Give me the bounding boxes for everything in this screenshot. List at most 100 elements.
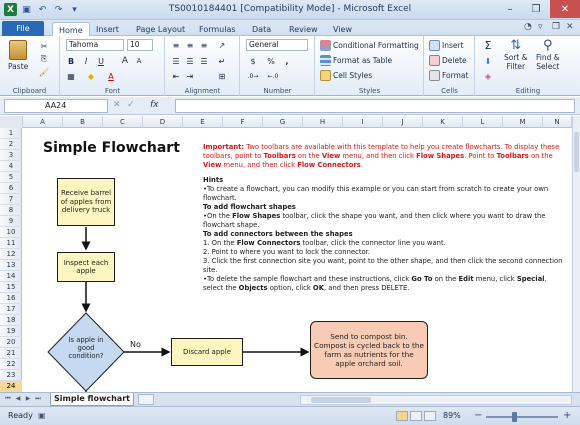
next-sheet-icon[interactable]: ▶ [24,395,32,404]
underline-button[interactable]: U [95,55,107,67]
row-header[interactable]: 17 [0,304,22,315]
column-header[interactable]: F [223,116,263,128]
redo-icon[interactable]: ↷ [52,3,65,16]
italic-button[interactable]: I [80,55,92,67]
row-header[interactable]: 21 [0,348,22,359]
row-header[interactable]: 8 [0,205,22,216]
format-as-table-button[interactable]: Format as Table [320,55,392,66]
minimize-icon[interactable]: – [497,0,523,18]
font-color-icon[interactable]: A [105,70,117,82]
increase-indent-icon[interactable]: ⇥ [184,70,196,82]
first-sheet-icon[interactable]: ⏮ [4,395,12,404]
page-layout-view-icon[interactable] [410,411,422,421]
row-header[interactable]: 7 [0,194,22,205]
column-header[interactable]: G [263,116,303,128]
format-cells-button[interactable]: Format [429,70,468,81]
cell-styles-button[interactable]: Cell Styles [320,70,372,81]
column-header[interactable]: I [343,116,383,128]
workbook-restore-icon[interactable]: ❐ [552,22,560,32]
paste-button[interactable]: Paste [8,40,28,71]
macro-record-icon[interactable]: ▣ [38,411,46,420]
increase-decimal-icon[interactable]: .0→ [247,70,259,82]
format-painter-icon[interactable]: 🖌 [38,66,50,78]
column-header[interactable]: L [463,116,503,128]
vertical-scroll-thumb[interactable] [574,132,579,172]
row-header[interactable]: 15 [0,282,22,293]
tab-page-layout[interactable]: Page Layout [130,22,191,36]
zoom-level[interactable]: 89% [443,411,461,420]
select-all-corner[interactable] [0,116,23,128]
normal-view-icon[interactable] [396,411,408,421]
fill-icon[interactable]: ⬇ [482,55,494,67]
copy-icon[interactable]: ⎘ [38,53,50,65]
clear-icon[interactable]: ◈ [482,70,494,82]
row-header[interactable]: 5 [0,172,22,183]
tab-view[interactable]: View [327,22,358,36]
insert-function-button[interactable]: fx [150,100,159,110]
bold-button[interactable]: B [65,55,77,67]
maximize-icon[interactable]: ❐ [523,0,549,18]
borders-icon[interactable]: ▦ [65,70,77,82]
font-size-select[interactable]: 10 [127,39,153,51]
row-header[interactable]: 13 [0,260,22,271]
row-header[interactable]: 3 [0,150,22,161]
ribbon-minimize-icon[interactable]: ▿ [538,22,543,32]
align-right-icon[interactable]: ☰ [198,55,210,67]
column-header[interactable]: K [423,116,463,128]
grow-font-button[interactable]: A [119,55,131,67]
align-bottom-icon[interactable]: ≡ [198,39,210,51]
row-header[interactable]: 11 [0,238,22,249]
cut-icon[interactable]: ✂ [38,40,50,52]
row-header-selected[interactable]: 24 [0,381,22,392]
find-select-button[interactable]: ⚲ Find & Select [536,38,560,71]
row-header[interactable]: 10 [0,227,22,238]
sheet-tab-simple-flowchart[interactable]: Simple flowchart [50,393,134,406]
page-break-view-icon[interactable] [424,411,436,421]
confirm-entry-icon[interactable]: ✓ [127,100,135,110]
font-name-select[interactable]: Tahoma [66,39,124,51]
shrink-font-button[interactable]: A [133,55,145,67]
decrease-indent-icon[interactable]: ⇤ [170,70,182,82]
workbook-close-icon[interactable]: ✕ [566,22,574,32]
align-center-icon[interactable]: ☰ [184,55,196,67]
tab-file[interactable]: File [2,21,44,36]
row-header[interactable]: 14 [0,271,22,282]
row-header[interactable]: 9 [0,216,22,227]
align-top-icon[interactable]: ≡ [170,39,182,51]
autosum-button[interactable]: Σ [482,39,494,52]
column-header[interactable]: A [23,116,63,128]
row-header[interactable]: 12 [0,249,22,260]
row-header[interactable]: 1 [0,128,22,139]
horizontal-scroll-thumb[interactable] [311,397,371,403]
merge-center-icon[interactable]: ⊞ [216,70,228,82]
last-sheet-icon[interactable]: ⏭ [34,395,42,404]
zoom-slider[interactable] [486,416,558,418]
excel-logo-icon[interactable]: X [4,3,17,16]
wrap-text-icon[interactable]: ↵ [216,55,228,67]
column-header[interactable]: E [183,116,223,128]
number-format-select[interactable]: General [246,39,308,51]
align-left-icon[interactable]: ☰ [170,55,182,67]
orientation-icon[interactable]: ↗ [216,39,228,51]
column-header[interactable]: J [383,116,423,128]
worksheet[interactable]: Simple Flowchart Receive barrel of apple… [23,128,572,392]
zoom-out-button[interactable]: − [474,410,482,421]
percent-button[interactable]: % [265,55,277,67]
row-header[interactable]: 16 [0,293,22,304]
decrease-decimal-icon[interactable]: ←.0 [267,70,279,82]
column-header[interactable]: H [303,116,343,128]
row-header[interactable]: 23 [0,370,22,381]
prev-sheet-icon[interactable]: ◀ [14,395,22,404]
help-icon[interactable]: ◔ [524,22,532,32]
zoom-slider-thumb[interactable] [512,412,517,422]
tab-insert[interactable]: Insert [90,22,125,36]
column-header[interactable]: C [103,116,143,128]
cancel-entry-icon[interactable]: ✕ [113,100,121,110]
row-header[interactable]: 2 [0,139,22,150]
column-header[interactable]: B [63,116,103,128]
delete-cells-button[interactable]: Delete [429,55,467,66]
insert-cells-button[interactable]: Insert [429,40,464,51]
name-box[interactable]: AA24 [4,99,108,113]
currency-button[interactable]: $ [247,55,259,67]
align-middle-icon[interactable]: ≡ [184,39,196,51]
